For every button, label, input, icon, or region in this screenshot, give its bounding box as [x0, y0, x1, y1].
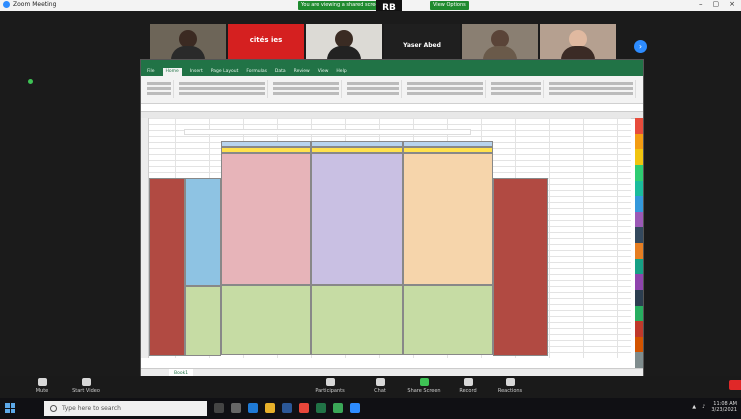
number-group[interactable] [345, 80, 402, 98]
reactions-label: Reactions [497, 388, 523, 394]
reactions-icon [505, 378, 515, 386]
mute-button[interactable]: Mute [22, 378, 62, 394]
maximize-icon[interactable]: ▢ [713, 0, 720, 8]
view-options-button[interactable]: View Options [430, 1, 469, 10]
row-headers [141, 118, 149, 358]
taskbar-apps [214, 403, 360, 413]
widgets-icon[interactable] [231, 403, 241, 413]
volume-icon[interactable]: ♪ [702, 404, 705, 410]
excel-ribbon [141, 76, 643, 104]
record-label: Record [459, 388, 477, 394]
system-tray: ▲ ♪ 11:08 AM 3/23/2021 [692, 401, 737, 413]
participant-name-large: Yaser Abed [403, 42, 441, 49]
recording-banner: You are viewing a shared screen [298, 1, 385, 10]
tab-file[interactable]: File [147, 68, 155, 76]
chat-label: Chat [374, 388, 386, 394]
tab-insert[interactable]: Insert [190, 68, 203, 76]
reactions-button[interactable]: Reactions [490, 378, 530, 394]
participants-icon [325, 378, 335, 386]
search-placeholder: Type here to search [62, 405, 121, 412]
editing-group[interactable] [547, 80, 636, 98]
green-small-cell[interactable] [185, 286, 221, 356]
mute-label: Mute [35, 388, 49, 394]
sheet-heading-cell[interactable] [184, 129, 471, 135]
video-camera-icon [81, 378, 91, 386]
clipboard-group[interactable] [145, 80, 174, 98]
start-video-button[interactable]: Start Video [66, 378, 106, 394]
purple-cell[interactable] [311, 153, 403, 285]
tab-formulas[interactable]: Formulas [246, 68, 267, 76]
green-cell[interactable] [403, 285, 493, 355]
shared-excel-window[interactable]: File Home Insert Page Layout Formulas Da… [140, 59, 644, 379]
chat-icon [375, 378, 385, 386]
chat-button[interactable]: Chat [360, 378, 400, 394]
tab-view[interactable]: View [318, 68, 329, 76]
orange-cell[interactable] [403, 153, 493, 285]
record-icon [463, 378, 473, 386]
green-cell[interactable] [311, 285, 403, 355]
alignment-group[interactable] [271, 80, 342, 98]
start-menu-icon[interactable] [5, 403, 15, 413]
network-icon[interactable]: ▲ [692, 404, 696, 410]
clock[interactable]: 11:08 AM 3/23/2021 [711, 401, 737, 413]
share-screen-label: Share Screen [407, 388, 441, 394]
right-red-cell[interactable] [493, 178, 548, 356]
pink-cell[interactable] [221, 153, 311, 285]
participants-button[interactable]: Participants [310, 378, 350, 394]
task-view-icon[interactable] [214, 403, 224, 413]
participant-brand-text: cités ies [249, 36, 283, 44]
blue-cell[interactable] [185, 178, 221, 286]
tab-help[interactable]: Help [336, 68, 346, 76]
store-icon[interactable] [282, 403, 292, 413]
microphone-icon [37, 378, 47, 386]
styles-group[interactable] [405, 80, 486, 98]
window-titlebar: Zoom Meeting You are viewing a shared sc… [0, 0, 741, 11]
zoom-taskbar-icon[interactable] [350, 403, 360, 413]
green-cell[interactable] [221, 285, 311, 355]
windows-taskbar: Type here to search ▲ ♪ 11:08 AM 3/23/20… [0, 398, 741, 419]
cells-group[interactable] [489, 80, 544, 98]
file-explorer-icon[interactable] [265, 403, 275, 413]
share-screen-button[interactable]: Share Screen [404, 378, 444, 394]
tab-review[interactable]: Review [294, 68, 310, 76]
chrome-icon[interactable] [299, 403, 309, 413]
record-button[interactable]: Record [448, 378, 488, 394]
window-title: Zoom Meeting [13, 1, 57, 8]
left-red-cell[interactable] [149, 178, 185, 356]
color-palette-strip [635, 118, 643, 368]
meeting-controls-bar: Mute Start Video Participants Chat Share… [0, 376, 741, 398]
screen-share-indicator-icon [28, 79, 33, 84]
excel-titlebar [141, 60, 643, 68]
end-meeting-button[interactable] [729, 380, 741, 390]
participants-label: Participants [315, 388, 345, 394]
formula-bar[interactable] [141, 104, 643, 112]
app-icon[interactable] [333, 403, 343, 413]
minimize-icon[interactable]: – [699, 0, 703, 8]
search-icon [50, 405, 57, 412]
close-icon[interactable]: × [729, 0, 735, 8]
clock-date: 3/23/2021 [711, 407, 737, 413]
taskbar-search[interactable]: Type here to search [44, 401, 207, 416]
app-title: Zoom Meeting [3, 1, 56, 8]
next-page-arrow-icon[interactable]: › [634, 40, 647, 53]
excel-icon[interactable] [316, 403, 326, 413]
tab-home[interactable]: Home [162, 68, 182, 76]
tab-page-layout[interactable]: Page Layout [211, 68, 239, 76]
tab-data[interactable]: Data [275, 68, 286, 76]
edge-icon[interactable] [248, 403, 258, 413]
font-group[interactable] [177, 80, 268, 98]
ribbon-tabs: File Home Insert Page Layout Formulas Da… [141, 68, 643, 76]
window-controls: – ▢ × [699, 0, 735, 8]
zoom-logo-icon [3, 1, 10, 8]
share-screen-icon [419, 378, 429, 386]
start-video-label: Start Video [72, 388, 100, 394]
